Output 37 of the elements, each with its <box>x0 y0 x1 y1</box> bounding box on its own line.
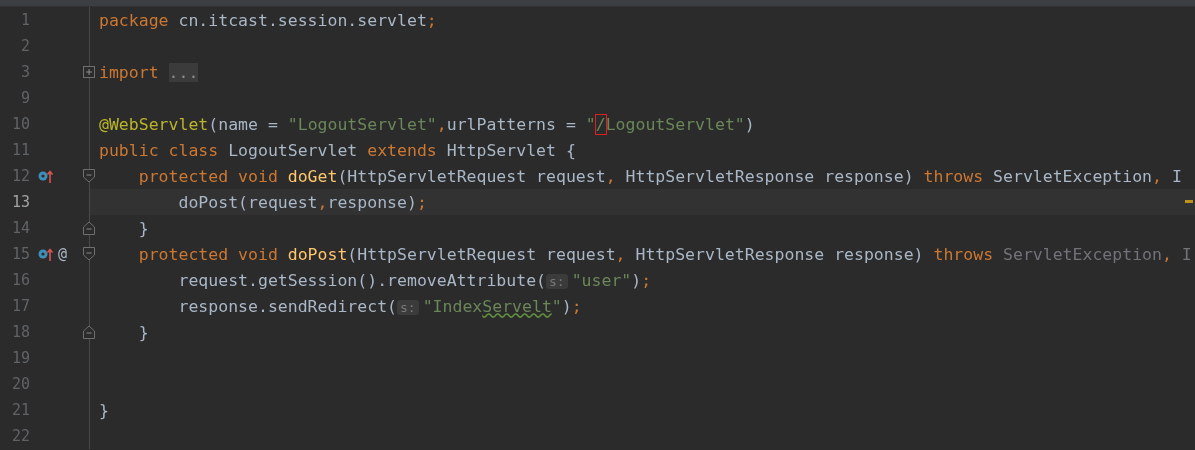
line-number: 21 <box>10 401 30 419</box>
code-line: doPost(request,response); <box>177 192 427 212</box>
fold-end-icon[interactable] <box>83 221 95 235</box>
code-line: package cn.itcast.session.servlet; <box>99 10 437 30</box>
fold-start-icon[interactable] <box>83 247 95 261</box>
code-line: protected void doGet(HttpServletRequest request, HttpServletResponse response) throws ServletException, I <box>137 166 1182 186</box>
fold-end-icon[interactable] <box>83 325 95 339</box>
line-number: 9 <box>19 89 30 107</box>
code-line: @WebServlet(name = "LogoutServlet",urlPatterns = "/LogoutServlet") <box>99 114 755 134</box>
code-line: protected void doPost(HttpServletRequest request, HttpServletResponse response) throws ServletException, I <box>137 244 1192 264</box>
line-number: 17 <box>10 297 30 315</box>
line-number: 22 <box>10 427 30 445</box>
code-line: public class LogoutServlet extends HttpServlet { <box>99 140 576 160</box>
line-number: 13 <box>10 193 30 211</box>
line-number: 18 <box>10 323 30 341</box>
override-method-icon[interactable] <box>38 168 54 184</box>
line-number: 16 <box>10 271 30 289</box>
line-number: 11 <box>10 141 30 159</box>
fold-start-icon[interactable] <box>83 169 95 183</box>
line-number: 15 <box>10 245 30 263</box>
code-line: import ... <box>99 62 199 82</box>
code-line: request.getSession().removeAttribute( s: "user"); <box>177 270 652 290</box>
code-line: } <box>137 218 149 238</box>
annotation-marker[interactable]: @ <box>58 245 68 263</box>
line-number: 3 <box>19 63 30 81</box>
line-number: 10 <box>10 115 30 133</box>
line-number: 20 <box>10 375 30 393</box>
override-method-icon[interactable] <box>38 246 54 262</box>
fold-expand-icon[interactable] <box>83 65 95 79</box>
code-line: response.sendRedirect( s: "IndexServelt"); <box>177 296 582 316</box>
line-number: 2 <box>19 37 30 55</box>
line-number: 19 <box>10 349 30 367</box>
code-line: } <box>137 322 149 342</box>
line-number: 1 <box>19 11 30 29</box>
line-number: 12 <box>10 167 30 185</box>
line-number: 14 <box>10 219 30 237</box>
code-line: } <box>99 400 109 420</box>
